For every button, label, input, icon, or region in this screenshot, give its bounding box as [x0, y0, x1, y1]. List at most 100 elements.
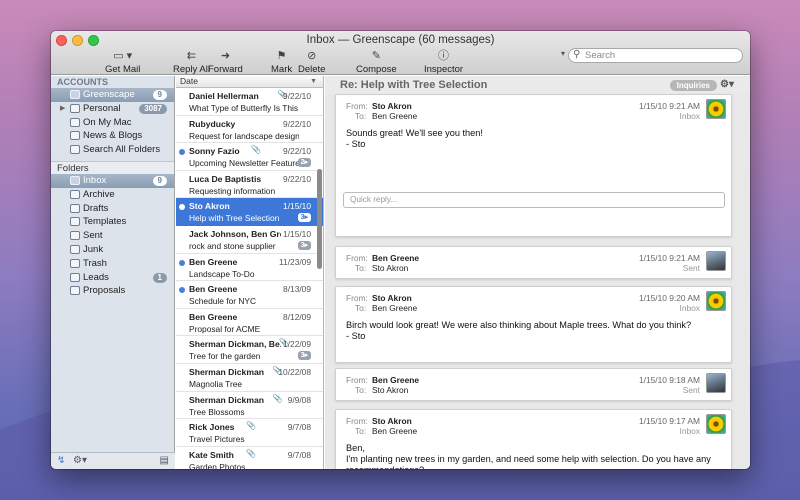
from-value[interactable]: Sto Akron: [372, 416, 412, 426]
disclosure-triangle-icon[interactable]: ▶: [60, 102, 65, 116]
pencil-icon: ✎: [371, 50, 381, 62]
account-icon: [70, 90, 80, 99]
sidebar-item-search-all-folders[interactable]: Search All Folders: [51, 143, 174, 157]
to-value[interactable]: Sto Akron: [372, 385, 408, 395]
account-icon: [70, 103, 80, 113]
message-header: From: Ben Greene To: Sto Akron 1/15/10 9:18 …: [336, 369, 731, 397]
thread-count-badge[interactable]: 2▸: [297, 158, 311, 168]
search-scope-icon[interactable]: ▾: [561, 49, 565, 58]
drafts-icon: [70, 203, 80, 213]
to-value[interactable]: Ben Greene: [372, 303, 417, 313]
forward-button[interactable]: ➜ Forward: [208, 50, 243, 75]
delete-button[interactable]: ⊘ Delete: [298, 50, 325, 75]
message-list: Date ▼ Daniel Hellerman 📎 9/22/10 What Type…: [176, 76, 324, 469]
unread-dot-icon: [179, 149, 185, 156]
sidebar-item-archive[interactable]: Archive: [51, 188, 174, 202]
message-card[interactable]: From: Ben Greene To: Sto Akron 1/15/10 9:18 …: [335, 368, 732, 401]
message-sender: Sherman Dickman, Be...: [189, 339, 281, 350]
sidebar: ACCOUNTS Greenscape 9 ▶ Personal 3087 On…: [51, 76, 175, 469]
mailbox-label: Inbox: [679, 111, 701, 121]
thread-count-badge[interactable]: 3▸: [297, 351, 311, 361]
list-scrollbar[interactable]: [317, 169, 322, 269]
sidebar-item-inbox[interactable]: Inbox 9: [51, 173, 174, 188]
quick-reply-input[interactable]: Quick reply...: [343, 192, 725, 208]
sidebar-item-leads[interactable]: Leads 1: [51, 271, 174, 285]
message-row[interactable]: Ben Greene 11/23/09 Landscape To-Do: [176, 254, 323, 282]
sidebar-toggle-icon[interactable]: ▤: [160, 455, 169, 466]
sidebar-item-templates[interactable]: Templates: [51, 215, 174, 229]
inspector-button[interactable]: ⓘ Inspector: [424, 50, 463, 75]
message-row[interactable]: Rubyducky 9/22/10 Request for landscape de…: [176, 116, 323, 144]
search-input[interactable]: ⚲ Search: [568, 48, 743, 63]
forward-arrow-icon: ➜: [220, 50, 231, 62]
message-date: 9/9/08: [287, 394, 311, 405]
message-card[interactable]: From: Sto Akron To: Ben Greene 1/15/10 9:20 …: [335, 286, 732, 363]
message-row[interactable]: Jack Johnson, Ben Greene1/15/10 rock and …: [176, 226, 323, 254]
person-avatar: [706, 251, 726, 271]
sidebar-item-drafts[interactable]: Drafts: [51, 202, 174, 216]
from-value[interactable]: Sto Akron: [372, 101, 412, 111]
conversation-subject: Re: Help with Tree Selection: [340, 79, 488, 91]
sidebar-item-trash[interactable]: Trash: [51, 257, 174, 271]
message-row[interactable]: Ben Greene 8/13/09 Schedule for NYC: [176, 281, 323, 309]
sidebar-item-sent[interactable]: Sent: [51, 229, 174, 243]
from-value[interactable]: Ben Greene: [372, 253, 419, 263]
message-row[interactable]: Ben Greene 8/12/09 Proposal for ACME: [176, 309, 323, 337]
sidebar-item-proposals[interactable]: Proposals: [51, 284, 174, 298]
reply-all-button[interactable]: ⇇ Reply All: [173, 50, 210, 75]
message-subject: Garden Photos: [189, 461, 246, 469]
message-header: From: Sto Akron To: Ben Greene 1/15/10 9:17 …: [336, 410, 731, 438]
message-subject: Landscape To-Do: [189, 268, 255, 279]
unread-badge: 9: [152, 175, 167, 186]
message-timestamp: 1/15/10 9:17 AM: [639, 416, 700, 426]
compose-button[interactable]: ✎ Compose: [356, 50, 397, 75]
to-value[interactable]: Ben Greene: [372, 426, 417, 436]
message-row[interactable]: Sherman Dickman 📎 10/22/08 Magnolia Tree: [176, 364, 323, 392]
gear-icon[interactable]: ⚙▾: [720, 76, 734, 94]
sidebar-item-junk[interactable]: Junk: [51, 243, 174, 257]
delete-icon: ⊘: [307, 50, 317, 62]
message-sender: Rick Jones: [189, 422, 235, 433]
message-timestamp: 1/15/10 9:21 AM: [639, 253, 700, 263]
message-date: 8/12/09: [283, 311, 311, 322]
message-row[interactable]: Luca De Baptistis 9/22/10 Requesting infor…: [176, 171, 323, 199]
from-value[interactable]: Sto Akron: [372, 293, 412, 303]
flag-icon: ⚑: [276, 50, 287, 62]
message-date: 9/7/08: [287, 422, 311, 433]
message-card[interactable]: From: Sto Akron To: Ben Greene 1/15/10 9:21 …: [335, 94, 732, 237]
message-date: 10/22/08: [278, 366, 311, 377]
category-tag[interactable]: Inquiries: [669, 80, 717, 91]
message-row[interactable]: Sto Akron 1/15/10 Help with Tree Selection…: [176, 198, 323, 226]
message-date: 9/22/10: [283, 173, 311, 184]
message-card[interactable]: From: Sto Akron To: Ben Greene 1/15/10 9:17 …: [335, 409, 732, 469]
to-value[interactable]: Ben Greene: [372, 111, 417, 121]
message-row[interactable]: Sonny Fazio 📎 9/22/10 Upcoming Newsletter F…: [176, 143, 323, 171]
message-row[interactable]: Rick Jones 📎 9/7/08 Travel Pictures: [176, 419, 323, 447]
message-row[interactable]: Sherman Dickman 📎 9/9/08 Tree Blossoms: [176, 392, 323, 420]
message-subject: Request for landscape design: [189, 130, 299, 141]
sidebar-item-on-my-mac[interactable]: On My Mac: [51, 116, 174, 130]
thread-count-badge[interactable]: 3▸: [297, 240, 311, 250]
sidebar-item-greenscape[interactable]: Greenscape 9: [51, 88, 174, 102]
message-body: Ben, I'm planting new trees in my garden…: [346, 443, 711, 469]
get-mail-button[interactable]: ▭ ▾ Get Mail: [105, 50, 140, 75]
inbox-tray-icon: ▭ ▾: [113, 50, 133, 62]
sort-column-header[interactable]: Date ▼: [176, 76, 323, 88]
message-row[interactable]: Daniel Hellerman 📎 9/22/10 What Type of But…: [176, 88, 323, 116]
message-card[interactable]: From: Ben Greene To: Sto Akron 1/15/10 9:21 …: [335, 246, 732, 279]
window-title: Inbox — Greenscape (60 messages): [306, 34, 495, 46]
message-sender: Rubyducky: [189, 118, 236, 129]
sidebar-item-personal[interactable]: ▶ Personal 3087: [51, 102, 174, 116]
activity-icon[interactable]: ↯: [57, 455, 65, 466]
message-row[interactable]: Kate Smith 📎 9/7/08 Garden Photos: [176, 447, 323, 469]
gear-icon[interactable]: ⚙▾: [73, 455, 87, 466]
message-date: 11/23/09: [279, 256, 311, 267]
folder-icon: [70, 272, 80, 282]
reply-all-icon: ⇇: [186, 50, 197, 62]
to-value[interactable]: Sto Akron: [372, 263, 408, 273]
from-value[interactable]: Ben Greene: [372, 375, 419, 385]
mark-button[interactable]: ⚑ Mark: [271, 50, 292, 75]
sidebar-item-news-blogs[interactable]: News & Blogs: [51, 129, 174, 143]
message-row[interactable]: Sherman Dickman, Be... 📎 1/22/09 Tree for t…: [176, 336, 323, 364]
thread-count-badge[interactable]: 3▸: [297, 213, 311, 223]
